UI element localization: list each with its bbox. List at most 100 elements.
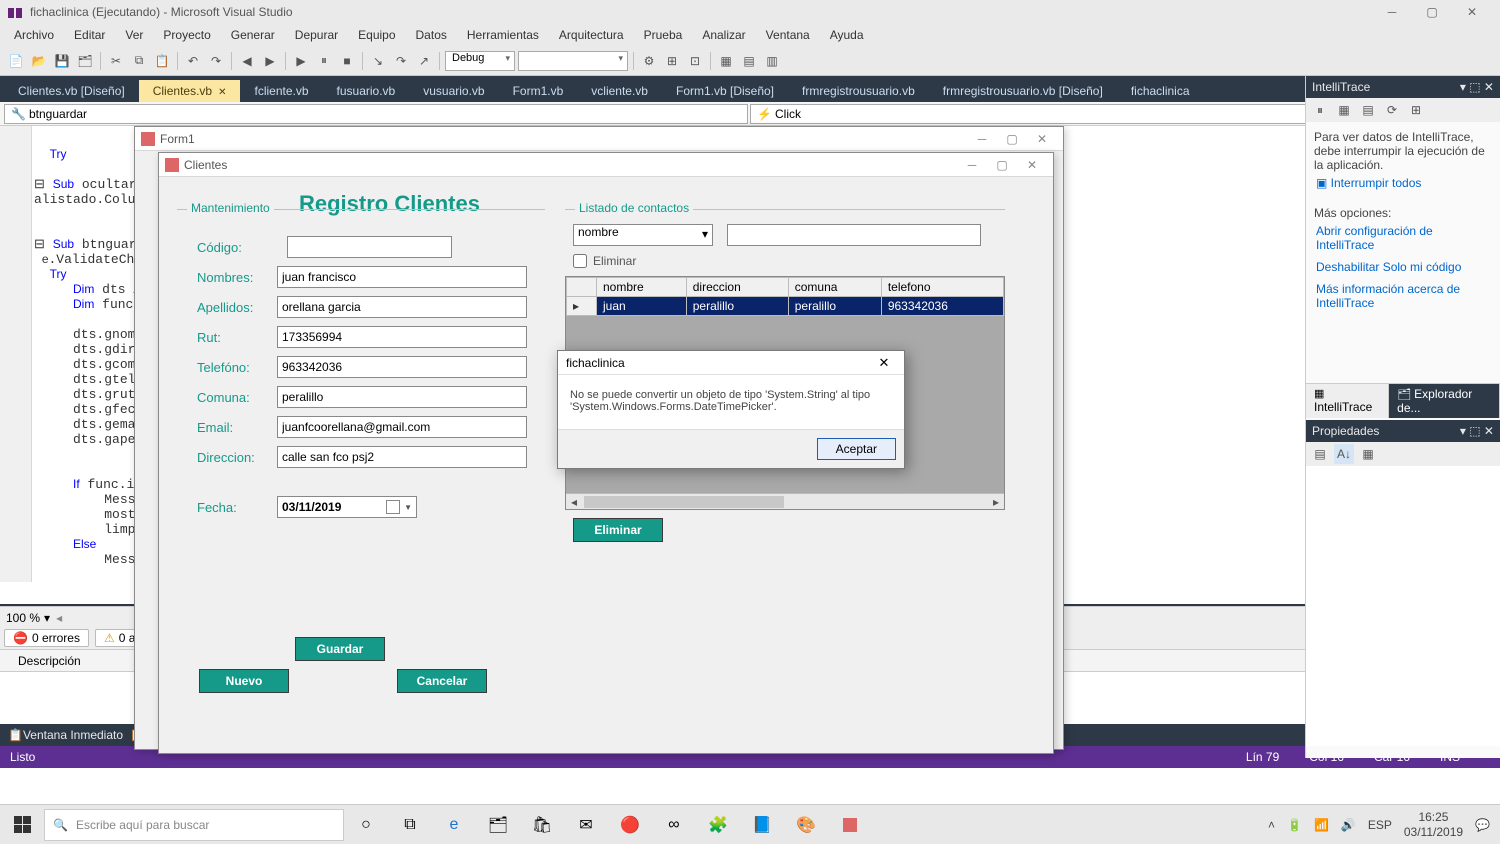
prop-cat-icon[interactable]: ▤ bbox=[1310, 444, 1330, 464]
tab-intellitrace[interactable]: ▦ IntelliTrace bbox=[1306, 384, 1389, 418]
intellitrace-title[interactable]: IntelliTrace▾ ⬚ ✕ bbox=[1306, 76, 1500, 98]
menu-proyecto[interactable]: Proyecto bbox=[153, 26, 220, 44]
rut-input[interactable] bbox=[277, 326, 527, 348]
menu-equipo[interactable]: Equipo bbox=[348, 26, 405, 44]
form1-min-button[interactable]: ─ bbox=[967, 132, 997, 146]
nombres-input[interactable] bbox=[277, 266, 527, 288]
mail-icon[interactable]: ✉ bbox=[564, 805, 608, 845]
it-tool2-icon[interactable]: ▦ bbox=[1334, 100, 1354, 120]
eliminar-button[interactable]: Eliminar bbox=[573, 518, 663, 542]
nav-fwd-icon[interactable]: ▶ bbox=[260, 51, 280, 71]
close-button[interactable]: ✕ bbox=[1452, 5, 1492, 19]
grid-hscroll[interactable]: ◂▸ bbox=[566, 493, 1004, 509]
platform-combo[interactable] bbox=[518, 51, 628, 71]
new-project-icon[interactable]: 📄 bbox=[6, 51, 26, 71]
search-input[interactable] bbox=[727, 224, 981, 246]
tab-frmreg-design[interactable]: frmregistrousuario.vb [Diseño] bbox=[929, 80, 1117, 102]
step-into-icon[interactable]: ↘ bbox=[368, 51, 388, 71]
vs-taskbar-icon[interactable]: ∞ bbox=[652, 805, 696, 845]
tool-6-icon[interactable]: ▥ bbox=[762, 51, 782, 71]
start-button[interactable] bbox=[0, 805, 44, 845]
it-tool1-icon[interactable]: ⏸ bbox=[1310, 100, 1330, 120]
cut-icon[interactable]: ✂ bbox=[106, 51, 126, 71]
taskview-icon[interactable]: ⧉ bbox=[388, 805, 432, 845]
link-disable-mycode[interactable]: Deshabilitar Solo mi código bbox=[1314, 256, 1492, 278]
link-interrumpir[interactable]: ▣ Interrumpir todos bbox=[1314, 172, 1492, 194]
cancelar-button[interactable]: Cancelar bbox=[397, 669, 487, 693]
col-comuna[interactable]: comuna bbox=[788, 278, 881, 297]
tab-fusuario[interactable]: fusuario.vb bbox=[323, 80, 410, 102]
clientes-close-button[interactable]: ✕ bbox=[1017, 158, 1047, 172]
menu-arquitectura[interactable]: Arquitectura bbox=[549, 26, 634, 44]
tab-explorer[interactable]: 🗂 Explorador de... bbox=[1389, 384, 1500, 418]
lang-indicator[interactable]: ESP bbox=[1368, 818, 1392, 832]
form1-max-button[interactable]: ▢ bbox=[997, 132, 1027, 146]
errors-pill[interactable]: ⛔0 errores bbox=[4, 629, 89, 647]
aceptar-button[interactable]: Aceptar bbox=[817, 438, 896, 460]
fecha-datepicker[interactable]: 03/11/2019 bbox=[277, 496, 417, 518]
tab-frmreg-vb[interactable]: frmregistrousuario.vb bbox=[788, 80, 929, 102]
stop-icon[interactable]: ■ bbox=[337, 51, 357, 71]
tool-5-icon[interactable]: ▤ bbox=[739, 51, 759, 71]
copy-icon[interactable]: ⧉ bbox=[129, 51, 149, 71]
email-input[interactable] bbox=[277, 416, 527, 438]
it-tool4-icon[interactable]: ⟳ bbox=[1382, 100, 1402, 120]
notifications-icon[interactable]: 💬 bbox=[1475, 818, 1490, 832]
menu-herramientas[interactable]: Herramientas bbox=[457, 26, 549, 44]
tray-expand-icon[interactable]: ˄ bbox=[1268, 818, 1275, 832]
object-combo[interactable]: 🔧btnguardar bbox=[4, 104, 748, 124]
msgbox-close-button[interactable]: ✕ bbox=[872, 355, 896, 371]
menu-analizar[interactable]: Analizar bbox=[692, 26, 755, 44]
comuna-input[interactable] bbox=[277, 386, 527, 408]
it-tool3-icon[interactable]: ▤ bbox=[1358, 100, 1378, 120]
prop-pages-icon[interactable]: ▦ bbox=[1358, 444, 1378, 464]
step-out-icon[interactable]: ↗ bbox=[414, 51, 434, 71]
running-form-icon[interactable] bbox=[828, 805, 872, 845]
hscroll-left-icon[interactable]: ◂ bbox=[56, 611, 62, 625]
properties-grid[interactable] bbox=[1306, 466, 1500, 746]
menu-archivo[interactable]: Archivo bbox=[4, 26, 64, 44]
tool-3-icon[interactable]: ⊡ bbox=[685, 51, 705, 71]
menu-ayuda[interactable]: Ayuda bbox=[820, 26, 874, 44]
tab-form1-design[interactable]: Form1.vb [Diseño] bbox=[662, 80, 788, 102]
menu-generar[interactable]: Generar bbox=[221, 26, 285, 44]
menu-datos[interactable]: Datos bbox=[406, 26, 457, 44]
close-icon[interactable]: ✕ bbox=[218, 87, 226, 98]
col-direccion[interactable]: direccion bbox=[686, 278, 788, 297]
app3-icon[interactable]: 📘 bbox=[740, 805, 784, 845]
paint-icon[interactable]: 🎨 bbox=[784, 805, 828, 845]
tab-form1-vb[interactable]: Form1.vb bbox=[499, 80, 578, 102]
calendar-icon[interactable] bbox=[386, 500, 400, 514]
edge-icon[interactable]: e bbox=[432, 805, 476, 845]
tab-vusuario[interactable]: vusuario.vb bbox=[409, 80, 498, 102]
cortana-icon[interactable]: ○ bbox=[344, 805, 388, 845]
menu-ver[interactable]: Ver bbox=[115, 26, 153, 44]
apellidos-input[interactable] bbox=[277, 296, 527, 318]
save-icon[interactable]: 💾 bbox=[52, 51, 72, 71]
pause-icon[interactable]: ⏸ bbox=[314, 51, 334, 71]
menu-prueba[interactable]: Prueba bbox=[634, 26, 693, 44]
telefono-input[interactable] bbox=[277, 356, 527, 378]
filter-combo[interactable]: nombre bbox=[573, 224, 713, 246]
menu-editar[interactable]: Editar bbox=[64, 26, 115, 44]
wifi-icon[interactable]: 📶 bbox=[1314, 818, 1329, 832]
save-all-icon[interactable]: 🗂 bbox=[75, 51, 95, 71]
clock[interactable]: 16:2503/11/2019 bbox=[1404, 810, 1463, 839]
direccion-input[interactable] bbox=[277, 446, 527, 468]
form1-close-button[interactable]: ✕ bbox=[1027, 132, 1057, 146]
tab-fichaclinica[interactable]: fichaclinica bbox=[1117, 80, 1204, 102]
start-icon[interactable]: ▶ bbox=[291, 51, 311, 71]
zoom-dropdown-icon[interactable]: ▾ bbox=[44, 611, 50, 625]
redo-icon[interactable]: ↷ bbox=[206, 51, 226, 71]
maximize-button[interactable]: ▢ bbox=[1412, 5, 1452, 19]
paste-icon[interactable]: 📋 bbox=[152, 51, 172, 71]
menu-depurar[interactable]: Depurar bbox=[285, 26, 348, 44]
prop-az-icon[interactable]: A↓ bbox=[1334, 444, 1354, 464]
step-over-icon[interactable]: ↷ bbox=[391, 51, 411, 71]
tab-clientes-design[interactable]: Clientes.vb [Diseño] bbox=[4, 80, 139, 102]
tool-4-icon[interactable]: ▦ bbox=[716, 51, 736, 71]
properties-title[interactable]: Propiedades▾ ⬚ ✕ bbox=[1306, 420, 1500, 442]
link-open-config[interactable]: Abrir configuración de IntelliTrace bbox=[1314, 220, 1492, 256]
config-combo[interactable]: Debug bbox=[445, 51, 515, 71]
tab-clientes-vb[interactable]: Clientes.vb✕ bbox=[139, 80, 241, 102]
